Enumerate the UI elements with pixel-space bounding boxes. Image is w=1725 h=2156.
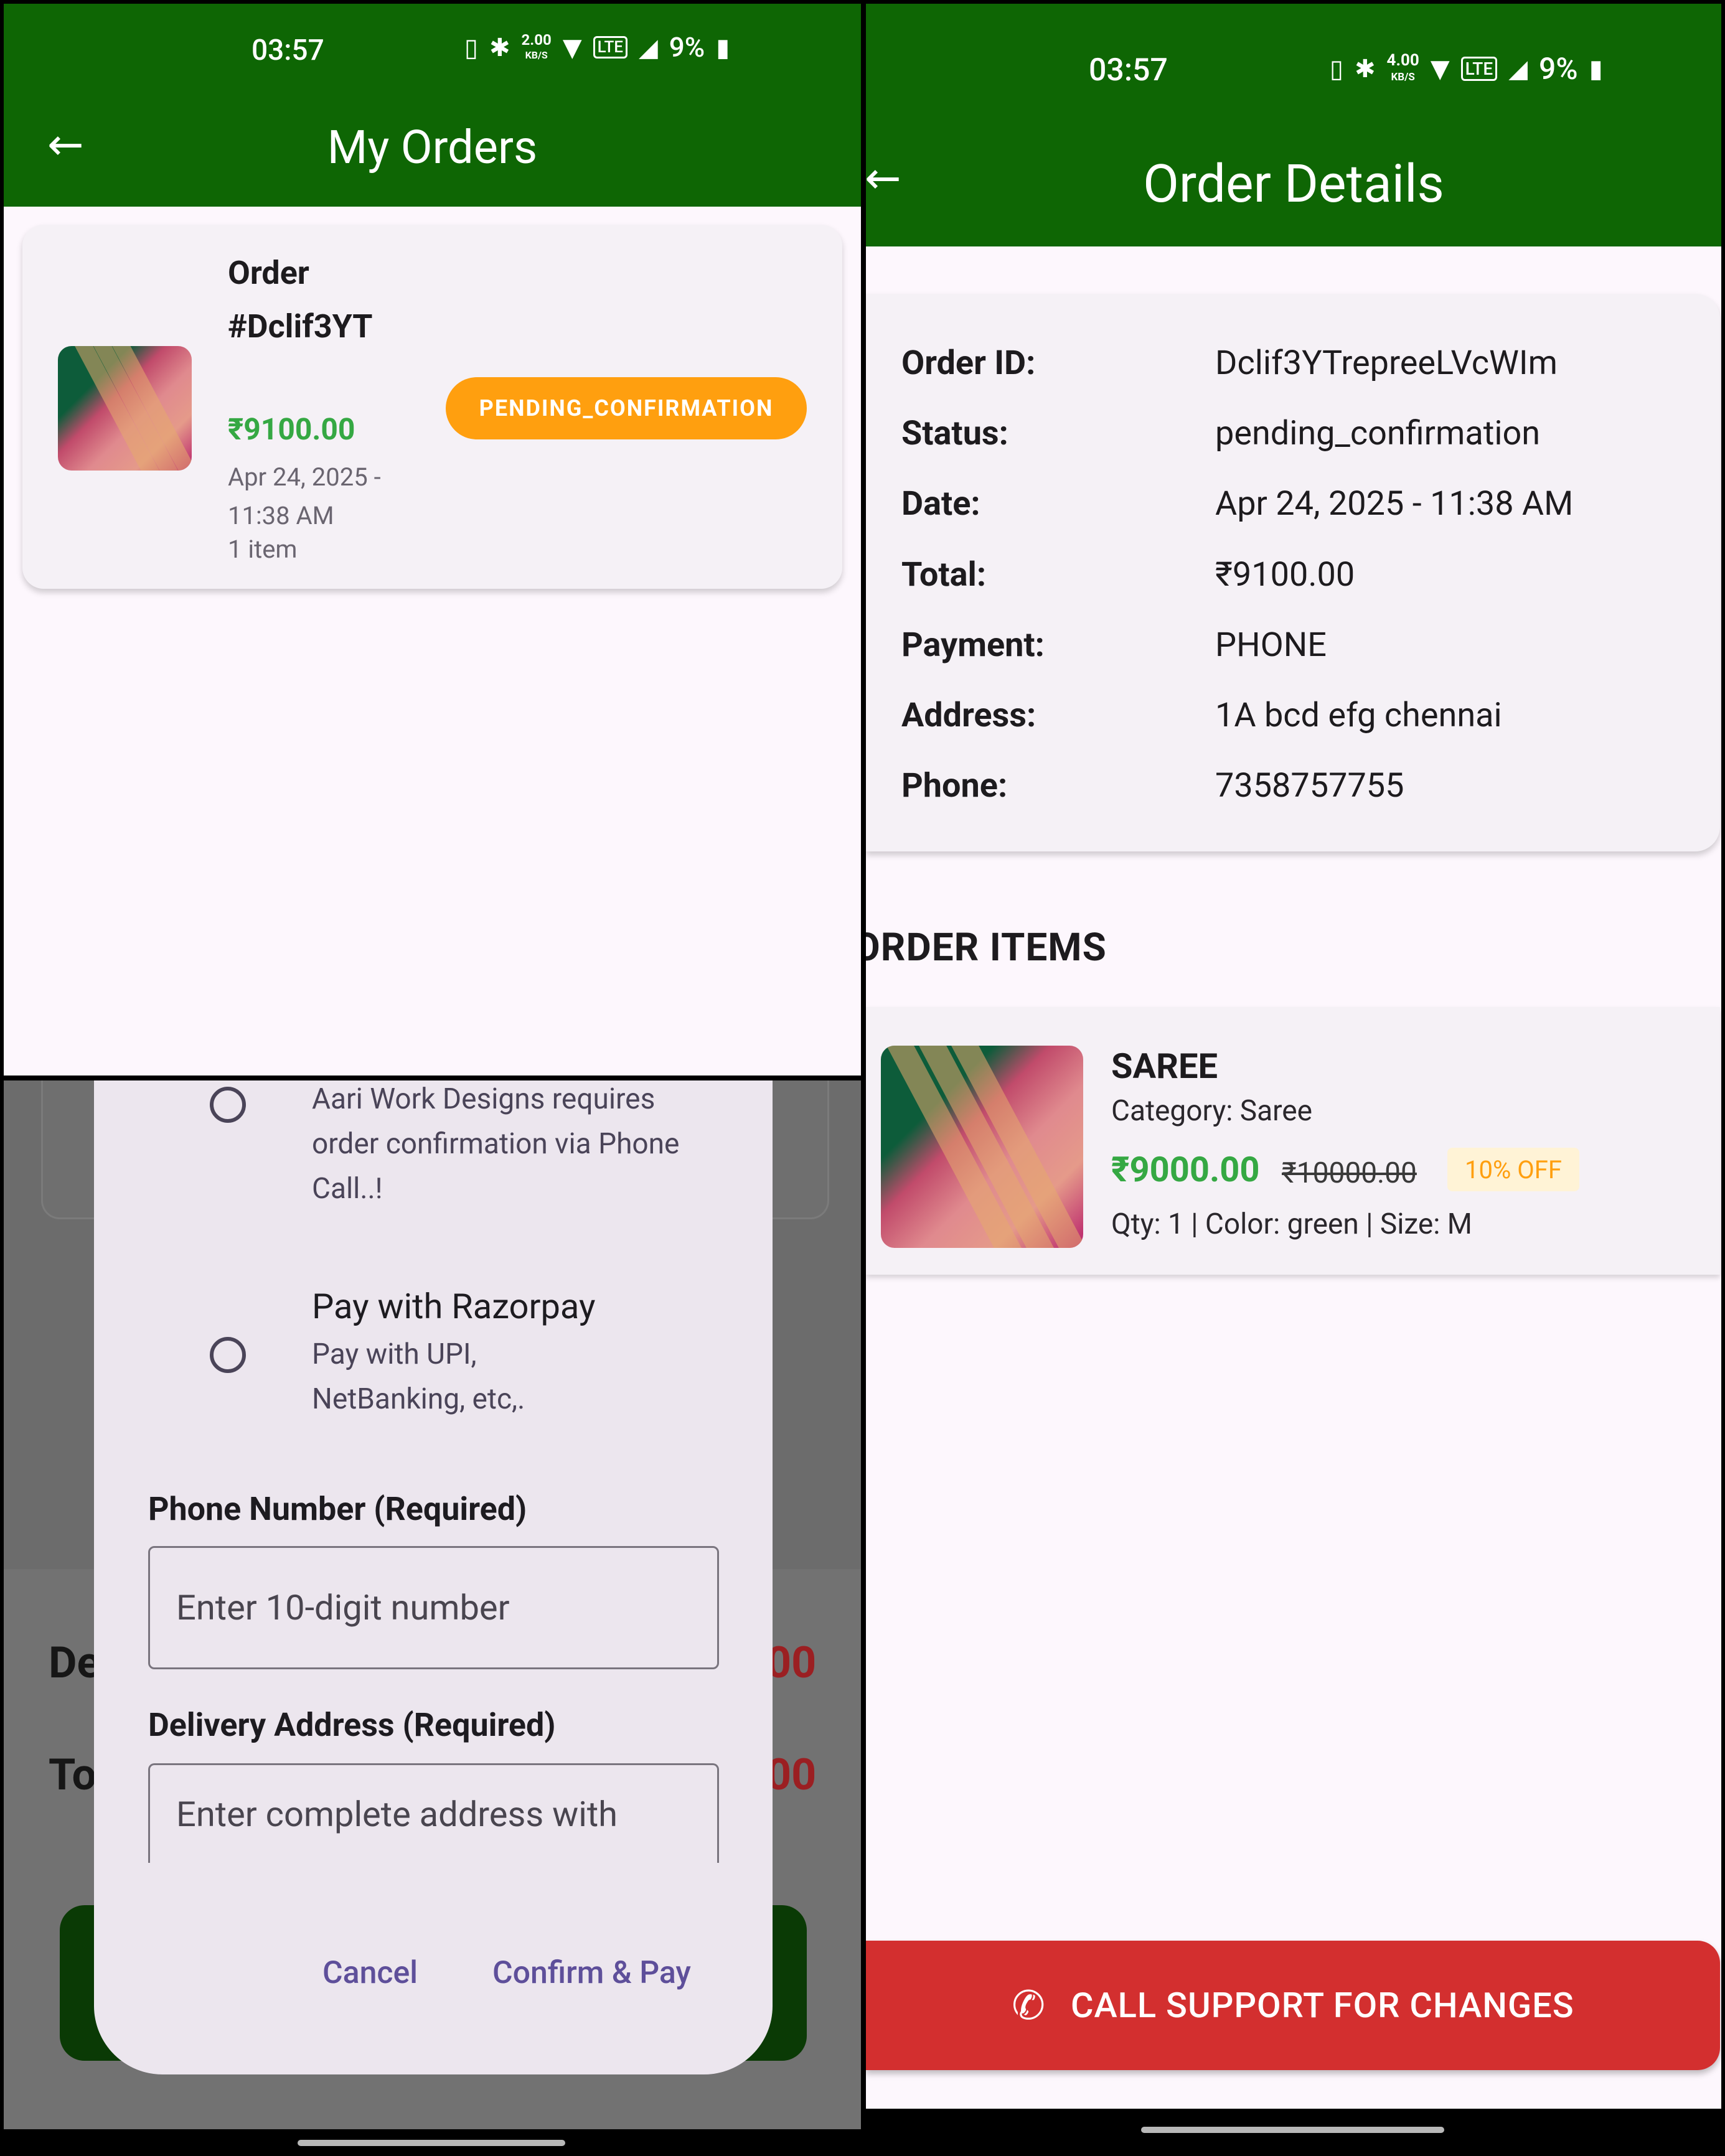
wifi-icon: ▼ bbox=[562, 32, 582, 62]
background-label: To bbox=[49, 1750, 96, 1801]
address-label: Delivery Address (Required) bbox=[148, 1706, 556, 1744]
field-value: Dclif3YTrepreeLVcWIm bbox=[1215, 344, 1558, 383]
field-label: Date: bbox=[901, 484, 980, 523]
discount-badge: 10% OFF bbox=[1447, 1148, 1579, 1191]
signal-icon: ◢ bbox=[639, 32, 658, 62]
battery-charging-icon: ▮ bbox=[1589, 54, 1603, 83]
option-razorpay-description: Pay with UPI, NetBanking, etc,. bbox=[312, 1338, 525, 1416]
battery-percent: 9% bbox=[1538, 51, 1578, 87]
app-bar: ← My Orders bbox=[4, 97, 861, 207]
vibrate-icon: ▯ bbox=[1330, 54, 1344, 83]
order-price: ₹9100.00 bbox=[228, 411, 355, 447]
product-thumbnail bbox=[58, 346, 192, 471]
data-unit: KB/S bbox=[525, 49, 548, 61]
field-value: 7358757755 bbox=[1215, 766, 1404, 805]
item-price: ₹9000.00 bbox=[1111, 1149, 1260, 1190]
data-speed: 2.00 KB/S bbox=[521, 30, 552, 62]
field-label: Status: bbox=[901, 414, 1008, 453]
vibrate-icon: ▯ bbox=[464, 32, 479, 62]
order-summary-card: Order ID: Dclif3YTrepreeLVcWIm Status: p… bbox=[866, 294, 1720, 851]
page-title: My Orders bbox=[327, 121, 538, 175]
status-badge: PENDING_CONFIRMATION bbox=[446, 377, 807, 439]
bluetooth-icon: ✱ bbox=[489, 32, 510, 62]
payment-dialog-screen: De To 00 00 Aari Work Designs requires o… bbox=[4, 1080, 861, 2129]
field-label: Order ID: bbox=[901, 344, 1036, 383]
phone-icon: ✆ bbox=[1012, 1982, 1046, 2029]
confirm-pay-button[interactable]: Confirm & Pay bbox=[492, 1955, 691, 1991]
order-details-screen: 03:57 ▯ ✱ 4.00 KB/S ▼ LTE ◢ 9% ▮ ← Order … bbox=[866, 4, 1721, 2109]
status-icons: ▯ ✱ 4.00 KB/S ▼ LTE ◢ 9% ▮ bbox=[1330, 51, 1603, 87]
address-input[interactable] bbox=[148, 1763, 719, 1863]
radio-unselected-icon[interactable] bbox=[210, 1087, 246, 1123]
data-rate: 2.00 bbox=[521, 30, 552, 49]
status-time: 03:57 bbox=[1089, 52, 1168, 88]
item-name: SAREE bbox=[1111, 1046, 1218, 1087]
product-image bbox=[881, 1046, 1083, 1248]
battery-charging-icon: ▮ bbox=[716, 32, 730, 62]
home-indicator bbox=[298, 2140, 565, 2146]
background-amount: 00 bbox=[766, 1638, 817, 1689]
data-rate: 4.00 bbox=[1386, 51, 1419, 70]
data-unit: KB/S bbox=[1391, 71, 1415, 83]
status-bar: 03:57 ▯ ✱ 2.00 KB/S ▼ LTE ◢ 9% ▮ bbox=[4, 4, 861, 97]
order-title: Order #Dclif3YT bbox=[228, 254, 373, 345]
phone-input[interactable] bbox=[148, 1546, 719, 1669]
volte-icon: LTE bbox=[1460, 57, 1498, 81]
wifi-icon: ▼ bbox=[1430, 54, 1450, 83]
radio-unselected-icon[interactable] bbox=[210, 1337, 246, 1373]
order-date: Apr 24, 2025 - 11:38 AM bbox=[228, 462, 381, 530]
section-title: ORDER ITEMS bbox=[866, 925, 1107, 970]
payment-dialog: Aari Work Designs requires order confirm… bbox=[94, 1080, 773, 2074]
data-speed: 4.00 KB/S bbox=[1386, 51, 1419, 85]
phone-label: Phone Number (Required) bbox=[148, 1490, 527, 1528]
order-card[interactable]: Order #Dclif3YT ₹9100.00 Apr 24, 2025 - … bbox=[22, 225, 842, 589]
call-support-label: CALL SUPPORT FOR CHANGES bbox=[1070, 1985, 1574, 2026]
field-label: Total: bbox=[901, 555, 987, 594]
field-value: Apr 24, 2025 - 11:38 AM bbox=[1215, 484, 1574, 523]
divider bbox=[0, 1076, 866, 1080]
status-icons: ▯ ✱ 2.00 KB/S ▼ LTE ◢ 9% ▮ bbox=[464, 31, 730, 63]
item-original-price: ₹10000.00 bbox=[1282, 1156, 1417, 1190]
background-label: De bbox=[49, 1638, 101, 1689]
volte-icon: LTE bbox=[593, 36, 627, 59]
bluetooth-icon: ✱ bbox=[1355, 54, 1376, 83]
field-value: PHONE bbox=[1215, 626, 1327, 665]
field-value: pending_confirmation bbox=[1215, 414, 1541, 453]
my-orders-screen: 03:57 ▯ ✱ 2.00 KB/S ▼ LTE ◢ 9% ▮ ← My Ord… bbox=[4, 4, 861, 1076]
status-time: 03:57 bbox=[251, 34, 324, 67]
option-phone-description: Aari Work Designs requires order confirm… bbox=[312, 1082, 680, 1206]
field-label: Address: bbox=[901, 696, 1036, 735]
background-amount: 00 bbox=[766, 1750, 817, 1801]
call-support-button[interactable]: ✆ CALL SUPPORT FOR CHANGES bbox=[866, 1941, 1720, 2070]
order-item-card: SAREE Category: Saree ₹9000.00 ₹10000.00… bbox=[866, 1007, 1720, 1275]
battery-percent: 9% bbox=[669, 31, 705, 63]
field-label: Phone: bbox=[901, 766, 1008, 805]
status-bar: 03:57 ▯ ✱ 4.00 KB/S ▼ LTE ◢ 9% ▮ bbox=[866, 4, 1721, 128]
field-value: ₹9100.00 bbox=[1215, 555, 1355, 594]
option-razorpay-title: Pay with Razorpay bbox=[312, 1286, 596, 1327]
cancel-button[interactable]: Cancel bbox=[322, 1955, 418, 1991]
item-attributes: Qty: 1 | Color: green | Size: M bbox=[1111, 1207, 1472, 1241]
item-category: Category: Saree bbox=[1111, 1094, 1313, 1128]
home-indicator bbox=[1141, 2127, 1444, 2133]
order-item-count: 1 item bbox=[228, 535, 298, 564]
field-value: 1A bcd efg chennai bbox=[1215, 696, 1502, 735]
field-label: Payment: bbox=[901, 626, 1045, 665]
app-bar: ← Order Details bbox=[866, 128, 1721, 246]
page-title: Order Details bbox=[1143, 153, 1444, 215]
signal-icon: ◢ bbox=[1508, 54, 1528, 83]
